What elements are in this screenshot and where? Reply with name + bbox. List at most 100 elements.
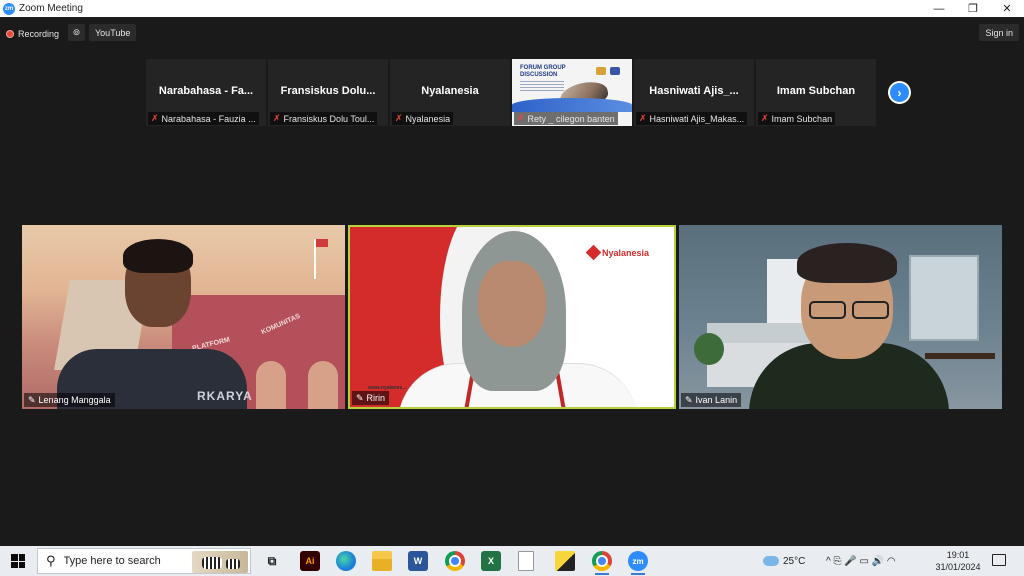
blank-document-icon[interactable] xyxy=(518,551,534,571)
participant-thumbnail[interactable]: Narabahasa - Fa... ✗ Narabahasa - Fauzia… xyxy=(146,59,266,126)
institution-logo-icon xyxy=(610,67,620,75)
window-title: Zoom Meeting xyxy=(19,3,83,14)
slide-text-lines xyxy=(520,81,564,93)
windows-start-icon[interactable] xyxy=(11,554,25,568)
restore-button[interactable]: ❐ xyxy=(956,0,990,17)
brand-text: Nyalanesia xyxy=(602,247,650,258)
participant-footer: ✗ Imam Subchan xyxy=(758,112,836,125)
mic-muted-icon: ✗ xyxy=(151,113,159,123)
background-plant xyxy=(694,333,724,365)
mic-muted-icon: ✗ xyxy=(639,113,647,123)
mic-muted-icon: ✗ xyxy=(273,113,281,123)
recording-indicator[interactable]: Recording xyxy=(6,25,59,42)
participant-name: Hasniwati Ajis_... xyxy=(649,85,739,97)
google-chrome-2-icon[interactable] xyxy=(592,551,612,575)
window-title-bar: zm Zoom Meeting — ❐ ✕ xyxy=(0,0,1024,17)
broadcast-icon[interactable]: ⊚ xyxy=(68,24,85,41)
participant-name-label: Lenang Manggala xyxy=(38,395,111,405)
minimize-button[interactable]: — xyxy=(922,0,956,17)
nyalanesia-logo: Nyalanesia xyxy=(585,244,650,261)
shirt-text: RKARYA xyxy=(197,389,253,403)
close-button[interactable]: ✕ xyxy=(990,0,1024,17)
video-tile-lenang-manggala[interactable]: PLATFORM KOMUNITAS RKARYA ✎ Lenang Mangg… xyxy=(22,225,345,409)
task-view-icon[interactable]: ⧉ xyxy=(262,551,282,571)
participant-footer: ✗ Rety _ cilegon banten xyxy=(514,112,618,125)
slide-heading-line-2: DISCUSSION xyxy=(520,72,558,78)
taskbar-clock[interactable]: 19:01 31/01/2024 xyxy=(934,549,982,573)
institution-logo-icon xyxy=(596,67,606,75)
slide-heading-line-1: FORUM GROUP xyxy=(520,65,566,71)
file-explorer-icon[interactable] xyxy=(372,551,392,571)
microsoft-excel-icon[interactable]: X xyxy=(481,551,501,571)
arch-opening xyxy=(308,361,338,409)
participant-footer: ✗ Narabahasa - Fauzia ... xyxy=(148,112,259,125)
participant-footer: ✗ Hasniwati Ajis_Makas... xyxy=(636,112,748,125)
person-face xyxy=(478,261,546,347)
video-tile-ivan-lanin[interactable]: ✎ Ivan Lanin xyxy=(679,225,1002,409)
clock-time: 19:01 xyxy=(946,550,970,560)
participant-footer-label: Nyalanesia xyxy=(405,113,451,124)
participant-thumbnail[interactable]: Imam Subchan ✗ Imam Subchan xyxy=(756,59,876,126)
participant-footer-label: Fransiskus Dolu Toul... xyxy=(283,113,375,124)
participant-nametag: ✎ Lenang Manggala xyxy=(24,393,115,407)
video-tile-ririn[interactable]: Nyalanesia www.nyalanes... ✎ Ririn xyxy=(348,225,676,409)
windows-taskbar: ⚲ ⧉ Ai W X zm 25°C ^ ⎘ 🎤 ▭ 🔊 ◠ 19:01 31/… xyxy=(0,546,1024,576)
microsoft-word-icon[interactable]: W xyxy=(408,551,428,571)
participant-thumbnail[interactable]: Fransiskus Dolu... ✗ Fransiskus Dolu Tou… xyxy=(268,59,388,126)
participant-footer-label: Hasniwati Ajis_Makas... xyxy=(649,113,745,124)
participant-nametag: ✎ Ivan Lanin xyxy=(681,393,742,407)
participant-footer: ✗ Nyalanesia xyxy=(392,112,454,125)
zoom-taskbar-icon[interactable]: zm xyxy=(628,551,648,575)
sticky-notes-icon[interactable] xyxy=(555,551,575,571)
sign-in-button[interactable]: Sign in xyxy=(979,24,1019,41)
meeting-top-bar: Recording ⊚ YouTube Sign in xyxy=(0,17,1024,47)
participant-footer-label: Imam Subchan xyxy=(771,113,833,124)
pin-icon: ✎ xyxy=(685,394,693,405)
notification-icon[interactable] xyxy=(992,554,1006,566)
zoom-app-icon: zm xyxy=(3,2,15,15)
window-controls: — ❐ ✕ xyxy=(922,0,1024,17)
weather-widget[interactable]: 25°C xyxy=(763,546,805,576)
participant-name: Imam Subchan xyxy=(776,85,856,97)
mic-muted-icon: ✗ xyxy=(395,113,403,123)
pin-icon: ✎ xyxy=(356,392,364,403)
participant-footer: ✗ Fransiskus Dolu Toul... xyxy=(270,112,378,125)
search-highlight-zebra-image xyxy=(192,551,248,573)
background-table xyxy=(925,353,995,359)
participant-name: Nyalanesia xyxy=(421,85,479,97)
microsoft-edge-icon[interactable] xyxy=(336,551,356,571)
youtube-live-button[interactable]: YouTube xyxy=(89,24,137,41)
participant-footer-label: Rety _ cilegon banten xyxy=(527,113,615,124)
participant-thumbnail[interactable]: Hasniwati Ajis_... ✗ Hasniwati Ajis_Maka… xyxy=(634,59,754,126)
flag-icon xyxy=(316,239,328,247)
mic-muted-icon: ✗ xyxy=(517,113,525,123)
zoom-desktop: zm Zoom Meeting — ❐ ✕ Recording ⊚ YouTub… xyxy=(0,0,1024,576)
participant-name-label: Ivan Lanin xyxy=(695,395,738,405)
participant-footer-label: Narabahasa - Fauzia ... xyxy=(161,113,256,124)
nyalanesia-logo-icon xyxy=(585,244,602,261)
record-dot-icon xyxy=(6,29,14,38)
participant-thumbnail[interactable]: Nyalanesia ✗ Nyalanesia xyxy=(390,59,510,126)
pin-icon: ✎ xyxy=(28,394,36,405)
weather-temperature: 25°C xyxy=(783,555,806,567)
slide-heading: FORUM GROUP DISCUSSION xyxy=(520,65,566,79)
participant-name-label: Ririn xyxy=(366,393,386,403)
clock-date: 31/01/2024 xyxy=(935,562,981,572)
adobe-illustrator-icon[interactable]: Ai xyxy=(300,551,320,571)
taskbar-search-input[interactable] xyxy=(63,555,174,567)
recording-label: Recording xyxy=(18,28,60,39)
mic-muted-icon: ✗ xyxy=(761,113,769,123)
participant-nametag: ✎ Ririn xyxy=(352,391,390,405)
slide-wave-decoration xyxy=(512,98,632,112)
background-window xyxy=(909,255,979,341)
cloud-icon xyxy=(763,556,779,566)
participant-name: Fransiskus Dolu... xyxy=(280,85,376,97)
system-tray-icons[interactable]: ^ ⎘ 🎤 ▭ 🔊 ◠ xyxy=(826,546,896,576)
next-page-button[interactable]: › xyxy=(888,81,911,104)
participant-thumbnail-shared-image[interactable]: FORUM GROUP DISCUSSION ✗ Rety _ cilegon … xyxy=(512,59,632,126)
search-icon: ⚲ xyxy=(46,553,56,568)
person-hair xyxy=(797,243,897,283)
chevron-right-icon: › xyxy=(890,83,909,102)
google-chrome-icon[interactable] xyxy=(445,551,465,571)
taskbar-search[interactable]: ⚲ xyxy=(37,548,251,574)
